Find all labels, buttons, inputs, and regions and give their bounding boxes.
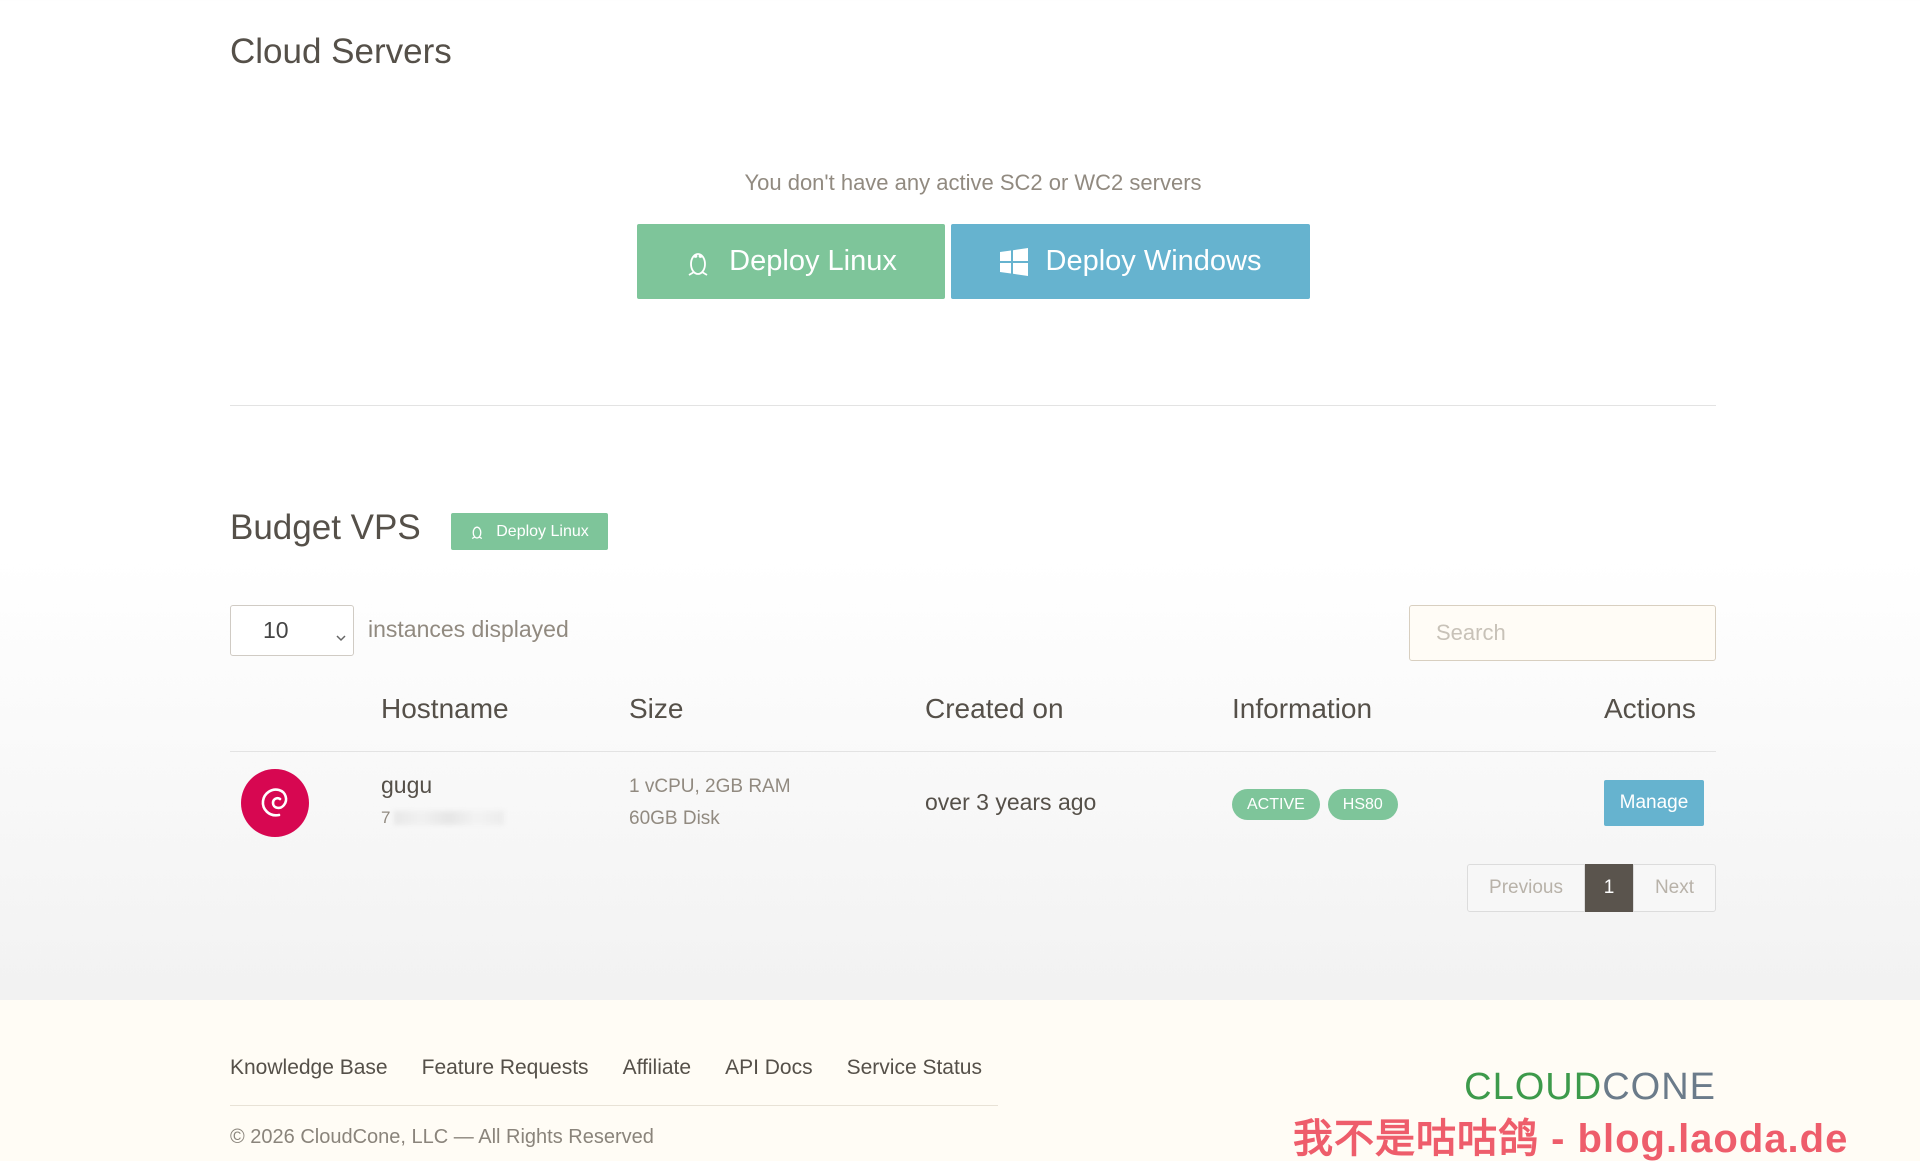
page-length-value: 10 [263,617,289,643]
page-length-label: instances displayed [368,616,569,642]
empty-servers-message: You don't have any active SC2 or WC2 ser… [744,170,1202,195]
footer-divider [230,1105,998,1106]
deploy-linux-button[interactable]: Deploy Linux [637,224,945,299]
page-title: Cloud Servers [230,32,452,71]
budget-deploy-linux-button[interactable]: Deploy Linux [451,513,608,550]
footer-link-feature-requests[interactable]: Feature Requests [422,1056,589,1080]
column-header-actions[interactable]: Actions [1604,693,1696,725]
footer-link-affiliate[interactable]: Affiliate [623,1056,692,1080]
deploy-windows-button[interactable]: Deploy Windows [951,224,1310,299]
cloudcone-logo[interactable]: CLOUDCONE [1464,1066,1716,1109]
information-badges: ACTIVE HS80 [1232,789,1398,820]
pagination: Previous 1 Next [1467,864,1716,912]
column-header-created[interactable]: Created on [925,693,1064,725]
column-header-hostname[interactable]: Hostname [381,693,509,725]
footer-link-service-status[interactable]: Service Status [847,1056,982,1080]
section-divider [230,405,1716,406]
page-length-select[interactable]: 10 [230,605,354,656]
windows-icon [999,247,1028,276]
budget-vps-title: Budget VPS [230,508,421,547]
linux-tux-icon [685,247,711,277]
status-badge: ACTIVE [1232,789,1320,820]
size-disk: 60GB Disk [629,808,720,829]
created-on: over 3 years ago [925,789,1097,815]
pagination-next[interactable]: Next [1633,864,1716,912]
linux-tux-icon [470,523,484,540]
ip-prefix: 7 [381,808,391,827]
budget-deploy-linux-label: Deploy Linux [496,522,589,540]
ip-address: 7 [381,808,505,828]
copyright: © 2026 CloudCone, LLC — All Rights Reser… [230,1126,654,1148]
pagination-previous[interactable]: Previous [1467,864,1585,912]
watermark: 我不是咕咕鸽 - blog.laoda.de [1293,1117,1849,1161]
footer-link-api-docs[interactable]: API Docs [725,1056,813,1080]
footer-link-knowledge-base[interactable]: Knowledge Base [230,1056,388,1080]
deploy-buttons: Deploy Linux Deploy Windows [637,224,1310,299]
chevron-down-icon [335,623,347,642]
manage-button[interactable]: Manage [1604,780,1704,826]
column-header-information[interactable]: Information [1232,693,1372,725]
redacted-ip [394,811,505,825]
debian-icon [241,769,309,837]
search-input[interactable] [1409,605,1716,661]
column-header-size[interactable]: Size [629,693,683,725]
table-header-divider [230,751,1716,752]
size-spec: 1 vCPU, 2GB RAM [629,776,791,797]
footer-links: Knowledge Base Feature Requests Affiliat… [230,1056,982,1080]
location-badge: HS80 [1327,789,1398,820]
hostname[interactable]: gugu [381,772,432,799]
deploy-windows-label: Deploy Windows [1045,245,1262,277]
deploy-linux-label: Deploy Linux [729,245,897,277]
pagination-page-1[interactable]: 1 [1585,864,1633,912]
